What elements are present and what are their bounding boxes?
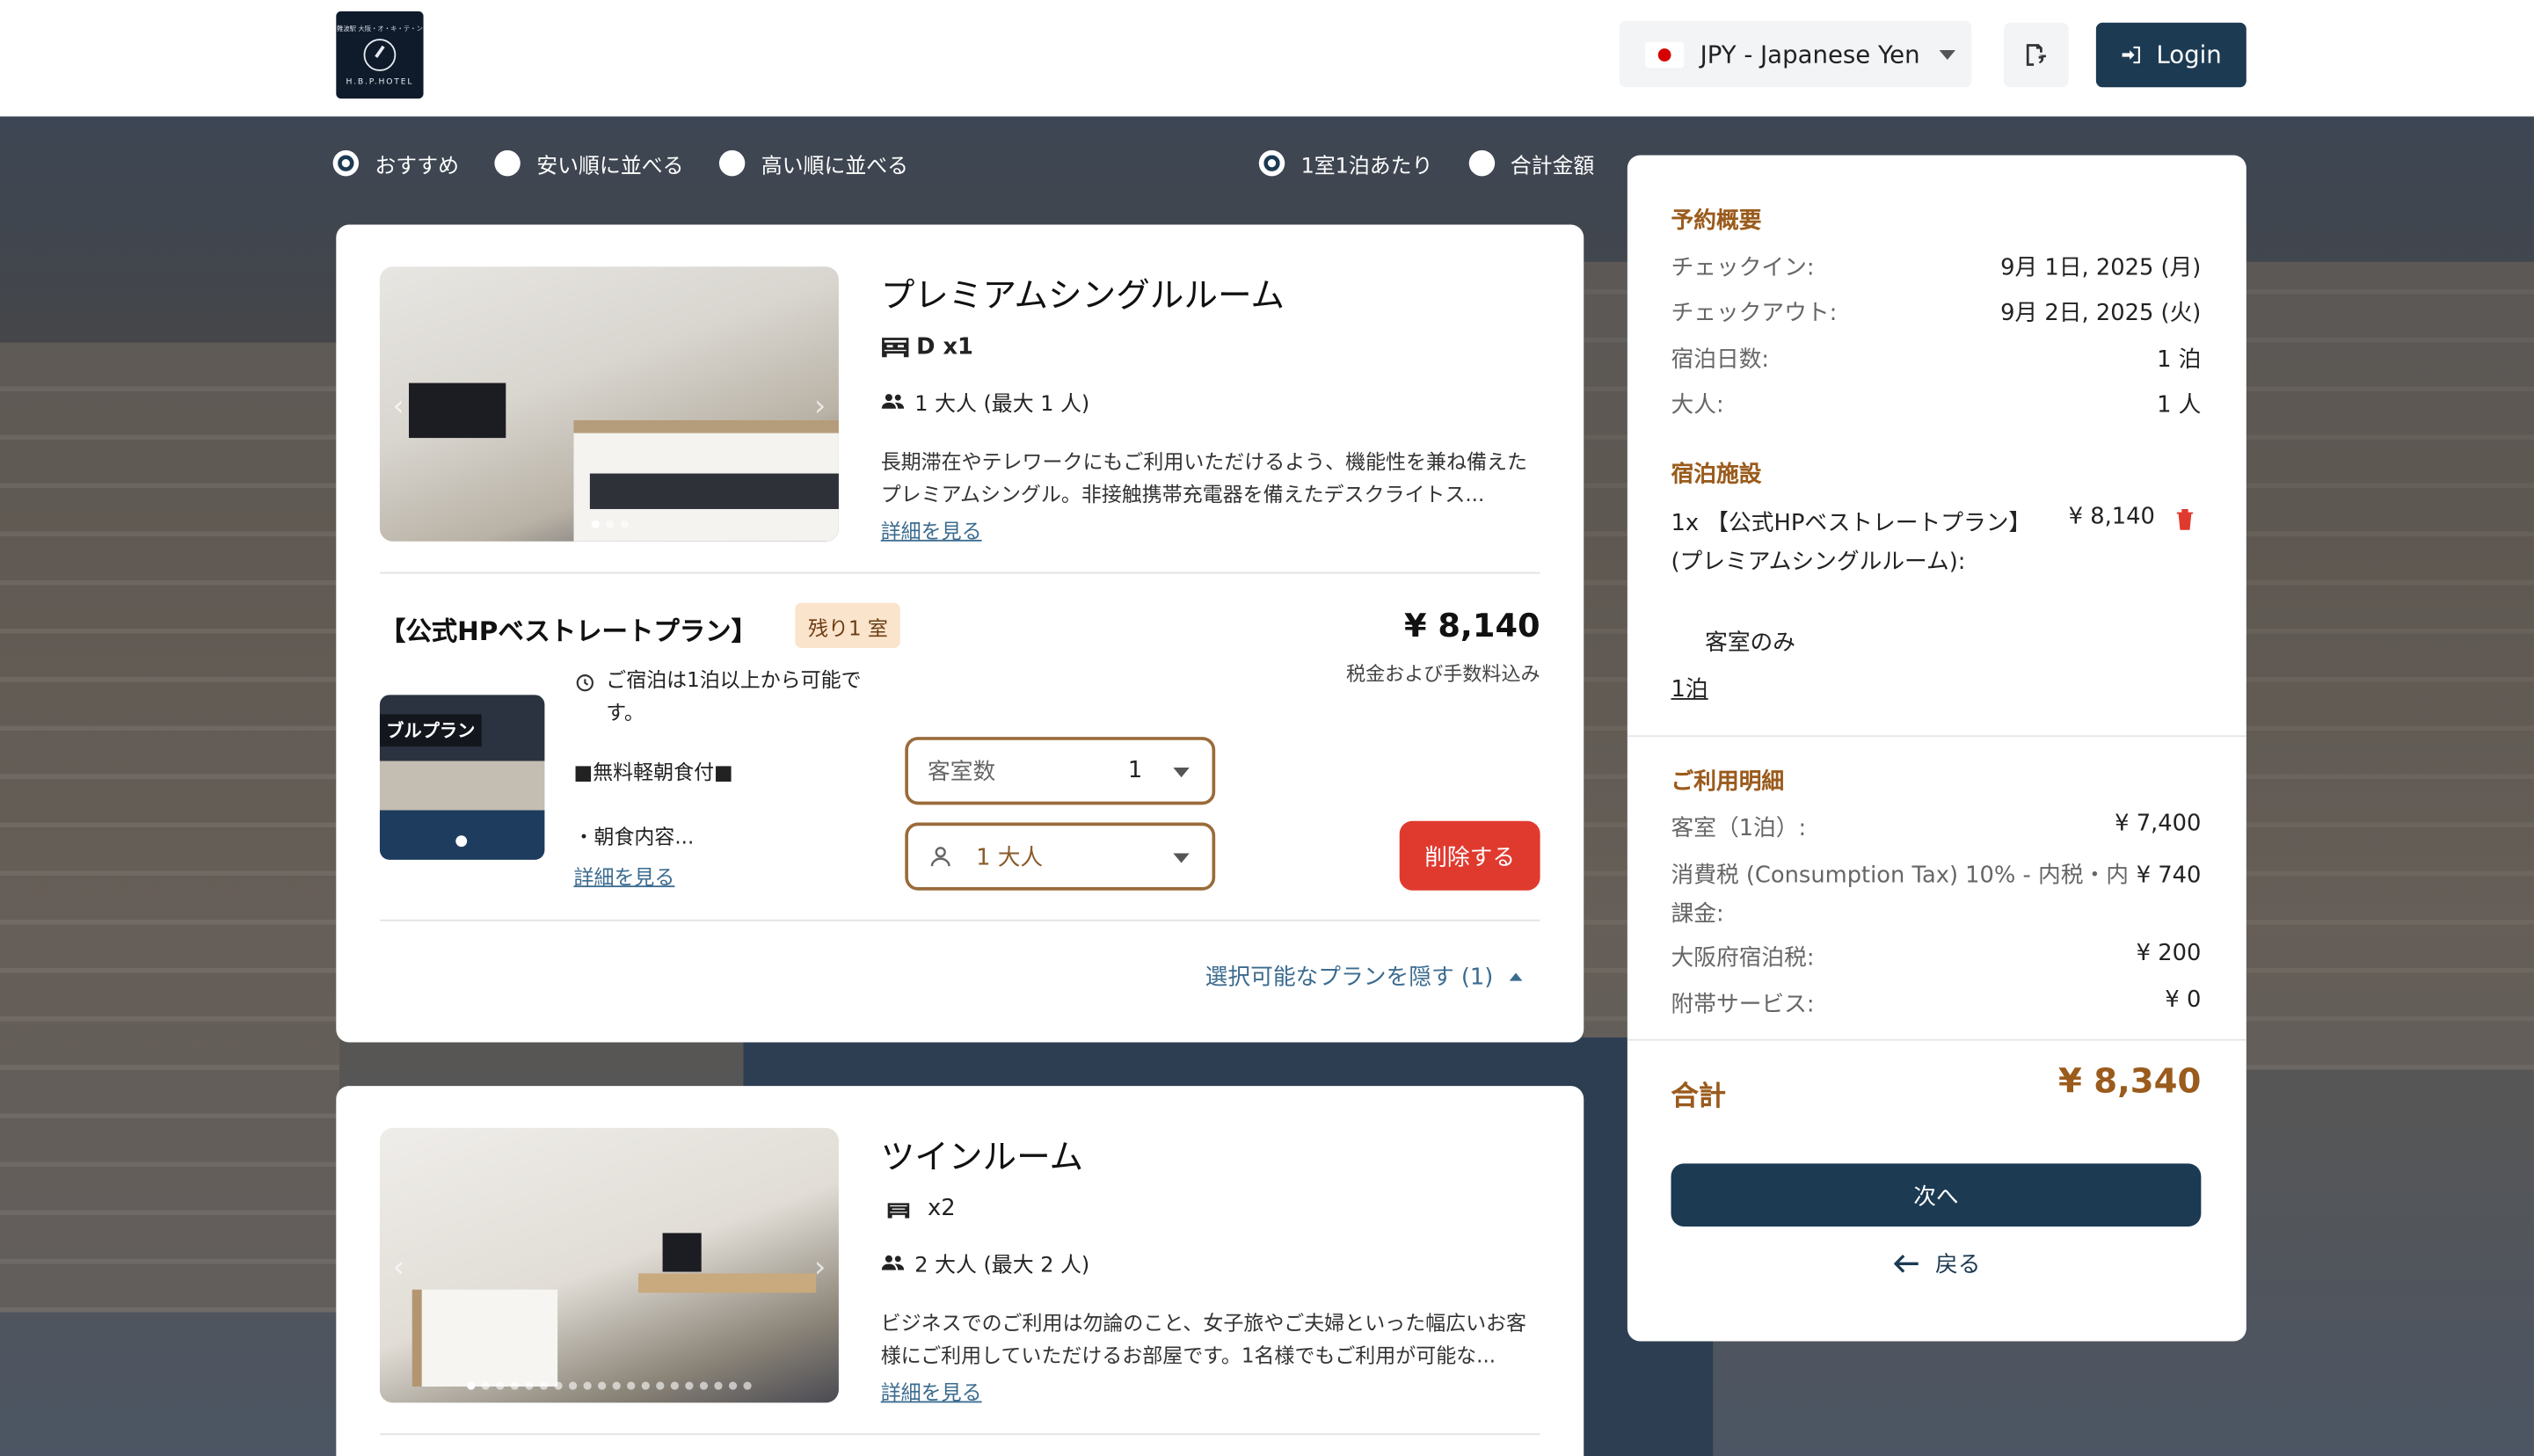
room-description: ビジネスでのご利用は勿論のこと、女子旅やご夫婦といった幅広いお客様にご利用してい… [880,1310,1527,1367]
carousel-dots [380,1381,839,1390]
chevron-up-icon [1509,972,1523,980]
people-icon [881,394,905,409]
back-link[interactable]: 戻る [1627,1248,2246,1280]
availability-badge: 残り1 室 [795,602,901,649]
consumption-tax-row: 消費税 (Consumption Tax) 10% - 内税・内課金: ¥ 740 [1671,863,2202,928]
price-mode-options: 1室1泊あたり 合計金額 [1258,147,1630,179]
divider [379,571,1540,574]
sort-option-expensive[interactable]: 高い順に並べる [718,148,908,178]
stay-item: 1x 【公式HPベストレートプラン】 (プレミアムシングルルーム): [1671,510,2032,576]
price-mode-total[interactable]: 合計金額 [1467,148,1594,178]
chevron-down-icon [1173,853,1190,863]
top-header: 難波駅 大阪・オ・キ・テ・ン H.B.P.HOTEL JPY - Japanes… [0,0,2534,117]
chevron-down-icon [1173,768,1190,778]
delete-button[interactable]: 削除する [1399,820,1540,891]
sort-options: おすすめ 安い順に並べる 高い順に並べる [332,147,944,179]
plan-title: 【公式HPベストレートプラン】 [379,615,758,647]
guest-capacity: 2 大人 (最大 2 人) [881,1248,1089,1278]
hide-plans-toggle[interactable]: 選択可能なプランを隠す (1) [1205,960,1523,993]
twin-bed-icon [887,1202,910,1218]
trash-icon[interactable] [2175,507,2195,530]
person-icon [930,847,950,867]
plan-breakfast: ■無料軽朝食付■ [573,759,733,784]
city-tax-row: 大阪府宿泊税: ¥ 200 [1671,940,2202,972]
stay-nights: 1泊 [1671,677,1708,703]
radio-selected-icon [332,149,360,177]
stay-title: 宿泊施設 [1671,462,1762,489]
divider [1627,735,2246,738]
total-label: 合計 [1671,1081,1726,1114]
divider [1627,1038,2246,1041]
room-card: ‹ › ツインルーム x2 2 大人 (最大 2 人) ビジネスでのご利用は勿論… [336,1086,1584,1456]
divider [379,1433,1540,1436]
login-button[interactable]: Login [2095,22,2246,88]
tax-note: 税金および手数料込み [1346,662,1540,686]
language-button[interactable] [2004,22,2069,88]
chevron-left-icon[interactable]: ‹ [393,389,404,424]
room-details-link[interactable]: 詳細を見る [881,1375,982,1406]
currency-selector[interactable]: JPY - Japanese Yen [1619,20,1972,88]
japan-flag-icon [1645,40,1685,68]
room-description: 長期滞在やテレワークにもご利用いただけるよう、機能性を兼ね備えたプレミアムシング… [880,448,1527,506]
plan-price: ¥ 8,140 [1403,606,1540,645]
summary-title: 予約概要 [1671,208,1762,235]
chevron-left-icon[interactable]: ‹ [393,1251,404,1285]
sort-option-cheapest[interactable]: 安い順に並べる [494,148,684,178]
alarm-clock-icon [576,674,594,692]
radio-selected-icon [1258,149,1285,177]
stay-price: ¥ 8,140 [2068,504,2155,530]
people-icon [881,1255,905,1270]
checkout-row: チェックアウト: 9月 2日, 2025 (火) [1671,300,2202,327]
booking-page: 難波駅 大阪・オ・キ・テ・ン H.B.P.HOTEL JPY - Japanes… [0,0,2534,1456]
breakdown-title: ご利用明細 [1671,768,1785,796]
guest-capacity: 1 大人 (最大 1 人) [881,386,1089,417]
total-value: ¥ 8,340 [2057,1061,2202,1101]
bed-info: D x1 [881,334,973,360]
translate-icon [2026,44,2046,66]
radio-icon [718,149,746,177]
radio-icon [494,149,521,177]
chevron-right-icon[interactable]: › [814,1251,826,1285]
plan-photo[interactable]: ブルプラン [379,695,545,860]
guest-count-select[interactable]: 1 大人 [905,822,1216,891]
currency-label: JPY - Japanese Yen [1700,40,1920,69]
divider [379,919,1540,921]
chevron-right-icon[interactable]: › [814,389,826,424]
next-button[interactable]: 次へ [1671,1163,2202,1227]
room-details-link[interactable]: 詳細を見る [881,513,982,544]
sort-option-recommended[interactable]: おすすめ [332,148,459,178]
radio-icon [1467,149,1495,177]
booking-summary-panel: 予約概要 チェックイン: 9月 1日, 2025 (月) チェックアウト: 9月 2… [1627,155,2246,1342]
nights-row: 宿泊日数: 1 泊 [1671,347,2202,374]
room-card: ‹ › プレミアムシングルルーム D x1 1 大人 (最大 1 人) 長期滞在… [336,224,1584,1043]
stay-room-only: 客室のみ [1705,630,1796,657]
hotel-logo[interactable]: 難波駅 大阪・オ・キ・テ・ン H.B.P.HOTEL [336,11,424,99]
room-title: プレミアムシングルルーム [880,276,1285,316]
bed-info: x2 [885,1196,956,1222]
price-mode-per-night[interactable]: 1室1泊あたり [1258,148,1432,178]
carousel-dot [455,835,468,848]
bed-icon [882,338,909,358]
plan-notice: ご宿泊は1泊以上から可能です。 [573,664,888,729]
carousel-dots [380,520,839,529]
room-photo-carousel[interactable]: ‹ › [379,1127,839,1403]
adults-row: 大人: 1 人 [1671,392,2202,419]
arrow-left-icon [1893,1254,1918,1273]
plan-details-link[interactable]: 詳細を見る [573,860,674,891]
room-title: ツインルーム [880,1137,1084,1177]
room-photo-carousel[interactable]: ‹ › [379,266,839,542]
plan-breakfast-detail: ・朝食内容... [573,824,695,848]
room-count-select[interactable]: 客室数 1 [905,737,1216,805]
room-charge-row: 客室（1泊）: ¥ 7,400 [1671,811,2202,842]
service-charge-row: 附帯サービス: ¥ 0 [1671,987,2202,1018]
checkin-row: チェックイン: 9月 1日, 2025 (月) [1671,255,2202,281]
chevron-down-icon [1939,49,1956,60]
clock-logo-icon [363,38,397,70]
login-icon [2123,46,2141,64]
